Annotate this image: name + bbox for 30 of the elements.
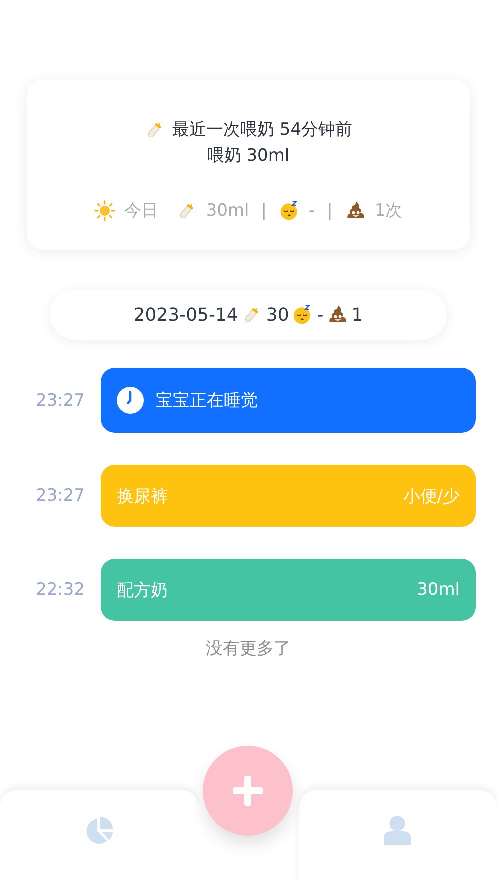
event-time: 23:27	[35, 486, 86, 506]
separator: |	[261, 200, 267, 220]
sun-icon	[94, 200, 116, 222]
event-detail: 小便/少	[403, 486, 460, 508]
person-icon[interactable]	[382, 815, 414, 846]
event-card[interactable]: 宝宝正在睡觉	[101, 368, 476, 433]
plus-icon	[233, 776, 263, 806]
event-title: 配方奶	[117, 580, 169, 602]
poop-icon	[344, 200, 367, 222]
today-poop: 1次	[374, 200, 403, 222]
day-sleep: -	[317, 304, 324, 326]
last-feed-text: 最近一次喂奶 54分钟前	[172, 119, 353, 142]
day-poop: 1	[352, 304, 364, 326]
event-title: 宝宝正在睡觉	[156, 390, 259, 412]
event-time: 23:27	[35, 390, 86, 410]
end-note: 没有更多了	[206, 638, 291, 660]
today-milk: 30ml	[206, 200, 250, 220]
event-card[interactable]: 配方奶 30ml	[101, 559, 476, 621]
date-text: 2023-05-14	[134, 304, 238, 326]
event-card[interactable]: 换尿裤 小便/少	[101, 465, 476, 527]
event-detail: 30ml	[417, 580, 460, 600]
today-sleep: -	[308, 200, 316, 220]
last-feed-detail: 喂奶 30ml	[207, 145, 290, 168]
event-title: 换尿裤	[117, 486, 169, 508]
day-milk: 30	[266, 304, 290, 326]
today-label: 今日	[124, 200, 158, 222]
event-time: 22:32	[35, 580, 86, 600]
clock-icon	[117, 387, 144, 414]
sleepy-face-icon	[278, 200, 301, 222]
separator: |	[327, 200, 333, 220]
